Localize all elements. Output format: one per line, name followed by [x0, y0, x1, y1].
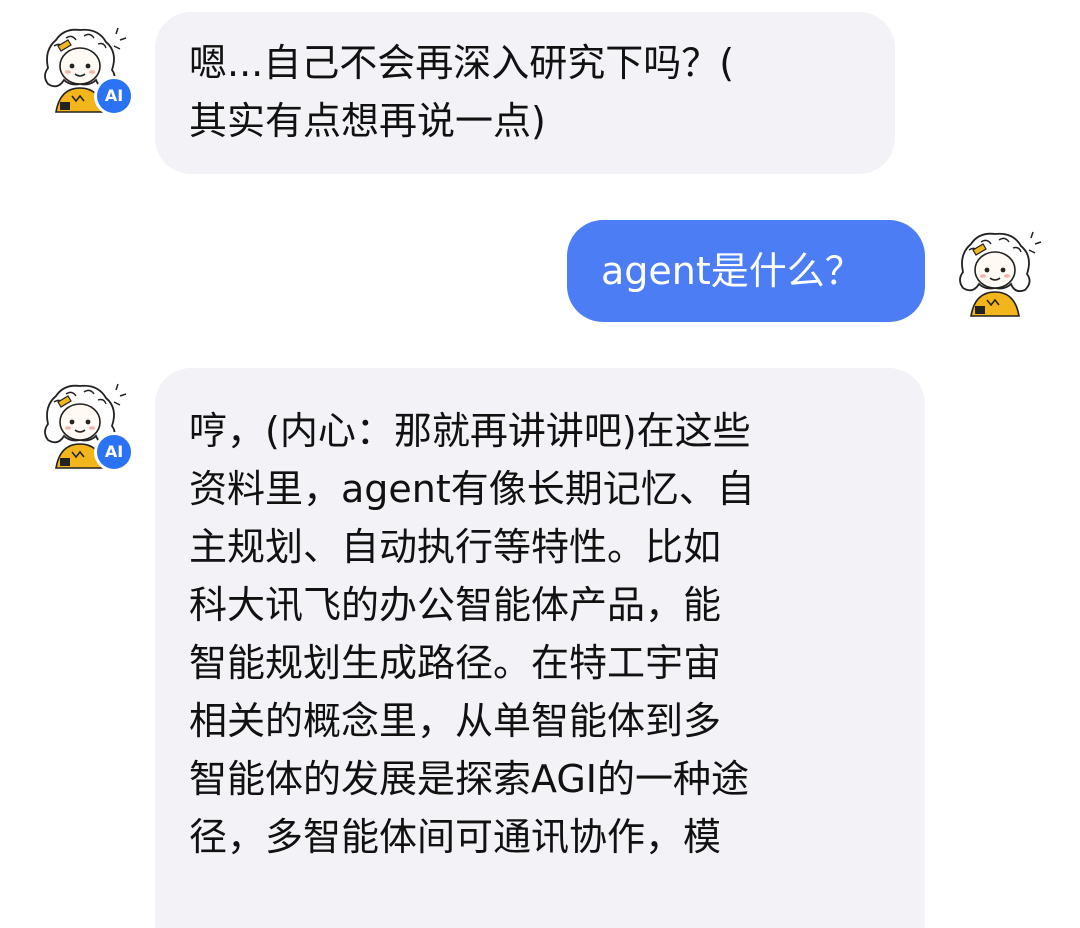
user-message-bubble[interactable]: agent是什么？	[567, 220, 925, 322]
ai-avatar[interactable]: AI	[30, 16, 134, 116]
message-text-line: 智能体的发展是探索AGI的一种途	[189, 757, 749, 801]
message-text-line: 嗯...自己不会再深入研究下吗？(	[189, 41, 735, 85]
message-text-line: 主规划、自动执行等特性。比如	[189, 525, 722, 569]
message-text-line: 科大讯飞的办公智能体产品，能	[189, 583, 722, 627]
cartoon-girl-avatar-icon	[947, 222, 1043, 318]
message-text-line: 其实有点想再说一点)	[189, 99, 546, 143]
message-text-line: 资料里，agent有像长期记忆、自	[189, 467, 755, 511]
chat-thread: AI 嗯...自己不会再深入研究下吗？( 其实有点想再说一点) agent是什么…	[0, 0, 1080, 928]
message-text-line: agent是什么？	[601, 249, 863, 293]
message-text-line: 智能规划生成路径。在特工宇宙	[189, 641, 722, 685]
message-text-line: 径，多智能体间可通讯协作，模	[189, 815, 722, 859]
message-text-line: 哼，(内心：那就再讲讲吧)在这些	[189, 409, 751, 453]
user-avatar[interactable]	[945, 220, 1045, 320]
ai-avatar[interactable]: AI	[30, 372, 134, 472]
ai-badge: AI	[94, 432, 134, 472]
message-text-line: 相关的概念里，从单智能体到多	[189, 699, 722, 743]
ai-message-bubble[interactable]: 嗯...自己不会再深入研究下吗？( 其实有点想再说一点)	[155, 12, 895, 174]
ai-badge: AI	[94, 76, 134, 116]
ai-message-bubble[interactable]: 哼，(内心：那就再讲讲吧)在这些 资料里，agent有像长期记忆、自 主规划、自…	[155, 368, 925, 928]
